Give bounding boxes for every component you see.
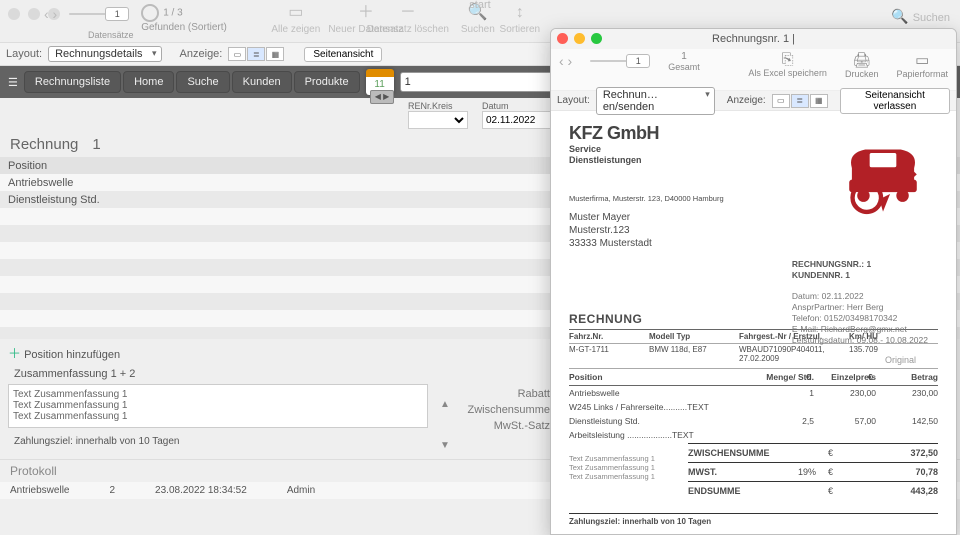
nav-arrows[interactable]: ◀ ▶ xyxy=(370,90,394,104)
invoice-payment-term: Zahlungsziel: innerhalb von 10 Tagen xyxy=(569,513,938,526)
datum-label: Datum xyxy=(482,101,560,111)
record-counter: 1 / 3 Gefunden (Sortiert) xyxy=(141,4,227,33)
car-row: M-GT-1711BMW 118d, E87WBAUD71090P404011,… xyxy=(569,344,938,369)
pv-layout-dropdown[interactable]: Rechnun…en/senden xyxy=(596,87,715,115)
show-all-button[interactable]: ▭Alle zeigen xyxy=(281,4,311,35)
preview-window: Rechnungsnr. 1 | ‹ › 1 1 Gesamt Seiten ⎘… xyxy=(550,28,957,535)
inv-item-row: Antriebswelle1230,00230,00 xyxy=(569,386,938,400)
list-icon[interactable]: ☰ xyxy=(4,72,22,93)
invoice-document: KFZ GmbH Service Dienstleistungen Muster… xyxy=(551,111,956,534)
anzeige-label: Anzeige: xyxy=(180,48,223,60)
datensaetze-label: Datensätze xyxy=(88,30,134,40)
window-title: start xyxy=(469,0,490,11)
preview-title: Rechnungsnr. 1 | xyxy=(712,33,795,45)
summary-textbox[interactable]: Text Zusammenfassung 1Text Zusammenfassu… xyxy=(8,384,428,428)
pv-view-icons[interactable]: ▭≣▦ xyxy=(772,94,828,108)
preview-layout-bar: Layout: Rechnun…en/senden Anzeige: ▭≣▦ S… xyxy=(551,91,956,111)
produkte-button[interactable]: Produkte xyxy=(294,71,360,93)
renr-label: RENr.Kreis xyxy=(408,101,468,111)
preview-titlebar: Rechnungsnr. 1 | xyxy=(551,29,956,49)
preview-prev-next[interactable]: ‹ › xyxy=(559,51,572,88)
home-button[interactable]: Home xyxy=(123,71,174,93)
preview-page-count: 1 Gesamt xyxy=(668,51,700,88)
inv-item-row: Dienstleistung Std.2,557,00142,50 xyxy=(569,414,938,428)
renr-select[interactable] xyxy=(408,111,468,129)
search-icon[interactable]: 🔍 Suchen xyxy=(891,8,950,25)
excel-export-button[interactable]: ⎘Als Excel speichern xyxy=(748,51,827,88)
datum-input[interactable] xyxy=(482,111,560,129)
original-label: Original xyxy=(885,355,916,365)
preview-slider[interactable]: 1 xyxy=(590,51,650,71)
suche-button[interactable]: Suche xyxy=(176,71,229,93)
pv-layout-label: Layout: xyxy=(557,95,590,106)
pv-anzeige-label: Anzeige: xyxy=(727,95,766,106)
totals-labels: Rabatt Zwischensumme MwSt.-Satz xyxy=(467,386,550,434)
kunden-button[interactable]: Kunden xyxy=(232,71,292,93)
seitenansicht-button[interactable]: Seitenansicht xyxy=(304,47,382,62)
view-icons[interactable]: ▭≣▦ xyxy=(228,47,284,61)
leave-preview-button[interactable]: Seitenansicht verlassen xyxy=(840,88,950,114)
layout-dropdown[interactable]: Rechnungsdetails xyxy=(48,46,161,62)
record-slider[interactable]: 1 xyxy=(69,4,129,24)
rechnungsliste-button[interactable]: Rechnungsliste xyxy=(24,71,121,93)
traffic-lights[interactable] xyxy=(8,8,60,20)
layout-label: Layout: xyxy=(6,48,42,60)
paper-format-button[interactable]: ▭Papierformat xyxy=(896,51,948,88)
print-button[interactable]: 🖨Drucken xyxy=(845,51,879,88)
delete-record-button[interactable]: －Datensatz löschen xyxy=(393,4,423,35)
preview-toolbar: ‹ › 1 1 Gesamt Seiten ⎘Als Excel speiche… xyxy=(551,49,956,91)
inv-item-row: Arbeitsleistung ...................TEXT xyxy=(569,428,938,442)
invoice-totals: ZWISCHENSUMME€372,50 MWST.19%€70,78 ENDS… xyxy=(688,443,938,500)
inv-items-header: PositionMenge/ Std.EinzelpreisBetrag xyxy=(569,369,938,386)
scroll-up-icon[interactable]: ▲ xyxy=(440,399,550,410)
preview-traffic-lights[interactable] xyxy=(557,33,602,44)
inv-item-row: W245 Links / Fahrerseite..........TEXT xyxy=(569,400,938,414)
car-logo-icon xyxy=(838,137,928,220)
invoice-meta: RECHNUNGSNR.: 1 KUNDENNR. 1 Datum: 02.11… xyxy=(792,259,928,346)
sort-button[interactable]: ↕Sortieren xyxy=(505,4,535,35)
scroll-down-icon[interactable]: ▼ xyxy=(440,440,550,451)
